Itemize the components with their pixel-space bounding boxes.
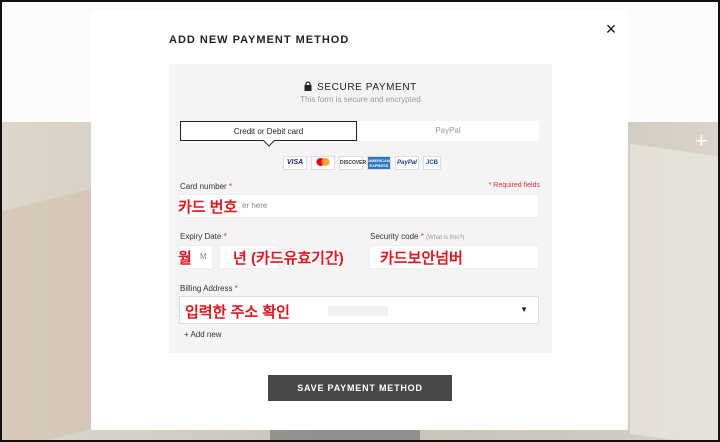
tab-credit-debit-card[interactable]: Credit or Debit card	[180, 121, 357, 141]
add-payment-modal: ADD NEW PAYMENT METHOD × SECURE PAYMENT …	[91, 10, 628, 430]
secure-payment-header: SECURE PAYMENT	[169, 81, 552, 93]
what-is-this-link[interactable]: (What is this?)	[426, 235, 464, 241]
add-new-address-link[interactable]: + Add new	[184, 330, 222, 339]
secure-payment-subtitle: This form is secure and encrypted	[300, 95, 421, 104]
secure-payment-title: SECURE PAYMENT	[317, 82, 417, 93]
paypal-logo: PayPal	[395, 156, 419, 170]
expiry-date-label: Expiry Date *	[180, 232, 227, 241]
background-plus-icon[interactable]: +	[695, 130, 708, 152]
required-fields-note: * Required fields	[488, 182, 540, 189]
modal-title: ADD NEW PAYMENT METHOD	[169, 34, 350, 46]
mastercard-logo	[311, 156, 335, 170]
visa-logo: VISA	[283, 156, 307, 170]
card-number-placeholder: er here	[242, 201, 268, 210]
card-logos: VISA DISCOVER AMERICAN EXPRESS PayPal JC…	[283, 156, 441, 171]
annotation-month: 월	[178, 250, 192, 267]
card-number-label: Card number *	[180, 182, 233, 191]
address-value-blurred	[328, 306, 388, 316]
mastercard-icon	[316, 158, 330, 166]
tab-paypal[interactable]: PayPal	[357, 121, 539, 141]
background-board-left	[2, 188, 92, 442]
annotation-card-number: 카드 번호	[178, 199, 238, 216]
billing-address-label: Billing Address *	[180, 284, 238, 293]
save-payment-method-button[interactable]: SAVE PAYMENT METHOD	[268, 375, 452, 401]
amex-logo: AMERICAN EXPRESS	[367, 156, 391, 170]
annotation-year: 년 (카드유효기간)	[233, 250, 344, 267]
annotation-address: 입력한 주소 확인	[185, 304, 290, 321]
annotation-cvv: 카드보안넘버	[380, 250, 463, 267]
jcb-logo: JCB	[423, 156, 441, 170]
security-code-label: Security code * (What is this?)	[370, 232, 465, 241]
background-board-right	[630, 143, 718, 442]
chevron-down-icon: ▼	[520, 305, 528, 314]
lock-icon	[304, 81, 312, 91]
discover-logo: DISCOVER	[339, 156, 366, 170]
close-icon[interactable]: ×	[602, 20, 620, 38]
month-value: M	[200, 252, 207, 261]
background-object	[270, 430, 420, 440]
